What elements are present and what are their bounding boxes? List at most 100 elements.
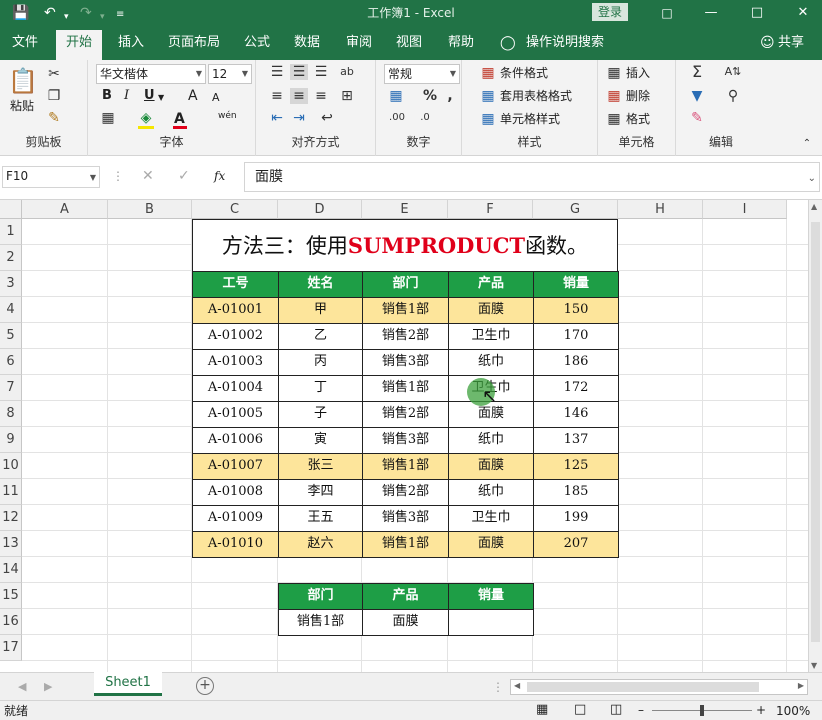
share-person-icon[interactable]: ☺ — [760, 34, 775, 60]
column-header-a[interactable]: A — [22, 200, 108, 219]
table-cell[interactable]: 185 — [533, 479, 619, 506]
prev-sheet-icon[interactable]: ◀ — [18, 679, 26, 695]
orientation-icon[interactable]: ab — [338, 64, 356, 80]
scroll-down-icon[interactable]: ▼ — [811, 661, 817, 670]
table-cell[interactable]: 销售2部 — [362, 479, 449, 506]
table-cell[interactable]: 125 — [533, 453, 619, 480]
decrease-indent-icon[interactable]: ⇤ — [268, 110, 286, 126]
row-header-8[interactable]: 8 — [0, 401, 22, 427]
select-all-corner[interactable] — [0, 200, 22, 219]
page-layout-view-icon[interactable]: □ — [574, 702, 586, 718]
table-cell[interactable]: A-01007 — [192, 453, 279, 480]
underline-button[interactable]: U — [144, 88, 155, 104]
find-icon[interactable]: ⚲ — [724, 88, 742, 104]
table-cell[interactable]: 卫生巾 — [448, 323, 534, 350]
table-cell[interactable]: 子 — [278, 401, 363, 428]
zoom-level[interactable]: 100% — [776, 703, 810, 719]
row-header-9[interactable]: 9 — [0, 427, 22, 453]
align-right-icon[interactable]: ≡ — [312, 88, 330, 104]
table-cell[interactable]: A-01005 — [192, 401, 279, 428]
zoom-slider-thumb[interactable] — [700, 705, 704, 716]
table-cell[interactable]: A-01004 — [192, 375, 279, 402]
table-cell[interactable]: A-01008 — [192, 479, 279, 506]
column-header-g[interactable]: G — [533, 200, 618, 219]
tab-review[interactable]: 审阅 — [346, 34, 372, 60]
table-cell[interactable]: 丁 — [278, 375, 363, 402]
lookup-header-cell[interactable]: 产品 — [362, 583, 449, 610]
table-cell[interactable]: 纸巾 — [448, 427, 534, 454]
tab-split-handle[interactable]: ⋮ — [492, 679, 504, 695]
maximize-icon[interactable]: □ — [742, 3, 772, 23]
increase-indent-icon[interactable]: ⇥ — [290, 110, 308, 126]
table-cell[interactable]: 170 — [533, 323, 619, 350]
conditional-format-button[interactable]: 条件格式 — [500, 65, 548, 81]
share-button[interactable]: 共享 — [778, 34, 804, 60]
tab-page-layout[interactable]: 页面布局 — [168, 34, 220, 60]
column-header-e[interactable]: E — [362, 200, 448, 219]
font-color-icon[interactable]: A — [174, 111, 185, 127]
zoom-out-icon[interactable]: – — [638, 702, 644, 718]
align-top-icon[interactable]: ☰ — [268, 64, 286, 80]
vertical-scroll-thumb[interactable] — [811, 222, 820, 642]
tab-home[interactable]: 开始 — [56, 30, 102, 60]
table-cell[interactable]: A-01010 — [192, 531, 279, 558]
enter-icon[interactable]: ✓ — [178, 168, 190, 184]
italic-button[interactable]: I — [124, 88, 129, 104]
column-header-h[interactable]: H — [618, 200, 703, 219]
add-sheet-button[interactable]: + — [196, 677, 214, 695]
table-cell[interactable]: 207 — [533, 531, 619, 558]
row-header-17[interactable]: 17 — [0, 635, 22, 661]
table-cell[interactable]: 丙 — [278, 349, 363, 376]
row-header-3[interactable]: 3 — [0, 271, 22, 297]
table-header-cell[interactable]: 部门 — [362, 271, 449, 298]
table-cell[interactable]: 纸巾 — [448, 479, 534, 506]
table-cell[interactable]: 137 — [533, 427, 619, 454]
expand-formula-icon[interactable]: ⌄ — [808, 165, 816, 193]
table-cell[interactable]: 王五 — [278, 505, 363, 532]
tab-formulas[interactable]: 公式 — [244, 34, 270, 60]
table-cell[interactable]: 销售1部 — [362, 453, 449, 480]
table-cell[interactable]: 面膜 — [448, 531, 534, 558]
table-cell[interactable]: 销售1部 — [362, 375, 449, 402]
row-header-4[interactable]: 4 — [0, 297, 22, 323]
tab-insert[interactable]: 插入 — [118, 34, 144, 60]
cut-icon[interactable]: ✂ — [46, 66, 62, 82]
table-cell[interactable]: 销售2部 — [362, 323, 449, 350]
table-cell[interactable]: A-01001 — [192, 297, 279, 324]
next-sheet-icon[interactable]: ▶ — [44, 679, 52, 695]
lookup-header-cell[interactable]: 销量 — [448, 583, 534, 610]
paste-icon[interactable]: 📋 — [8, 66, 38, 96]
merge-center-icon[interactable]: ⊞ — [338, 88, 356, 104]
insert-cells-button[interactable]: 插入 — [626, 65, 650, 81]
lookup-header-cell[interactable]: 部门 — [278, 583, 363, 610]
table-cell[interactable]: A-01002 — [192, 323, 279, 350]
horizontal-scrollbar[interactable]: ◀ ▶ — [510, 679, 808, 695]
grow-font-button[interactable]: A — [188, 88, 198, 104]
row-header-14[interactable]: 14 — [0, 557, 22, 583]
tab-help[interactable]: 帮助 — [448, 34, 474, 60]
login-button[interactable]: 登录 — [592, 3, 628, 21]
ribbon-display-icon[interactable]: □ — [652, 3, 682, 23]
phonetic-button[interactable]: wén — [218, 108, 237, 124]
chevron-down-icon[interactable]: ▼ — [158, 90, 164, 106]
cancel-icon[interactable]: ✕ — [142, 168, 154, 184]
clear-icon[interactable]: ✎ — [688, 110, 706, 126]
sort-filter-icon[interactable]: A⇅ — [722, 64, 744, 80]
bold-button[interactable]: B — [102, 88, 112, 104]
percent-icon[interactable]: % — [422, 88, 438, 104]
table-header-cell[interactable]: 姓名 — [278, 271, 363, 298]
fill-icon[interactable]: ▼ — [688, 88, 706, 104]
tell-me-search[interactable]: 操作说明搜索 — [526, 34, 604, 60]
autosum-icon[interactable]: Σ — [688, 64, 706, 80]
column-header-f[interactable]: F — [448, 200, 533, 219]
table-cell[interactable]: 199 — [533, 505, 619, 532]
tab-data[interactable]: 数据 — [294, 34, 320, 60]
format-as-table-button[interactable]: 套用表格格式 — [500, 88, 572, 104]
copy-icon[interactable]: ❐ — [46, 88, 62, 104]
currency-icon[interactable]: ▦ — [386, 88, 406, 104]
row-header-10[interactable]: 10 — [0, 453, 22, 479]
table-cell[interactable]: 甲 — [278, 297, 363, 324]
font-size-select[interactable]: 12 ▼ — [208, 64, 252, 84]
minimize-icon[interactable]: — — [696, 3, 726, 23]
column-header-c[interactable]: C — [192, 200, 278, 219]
